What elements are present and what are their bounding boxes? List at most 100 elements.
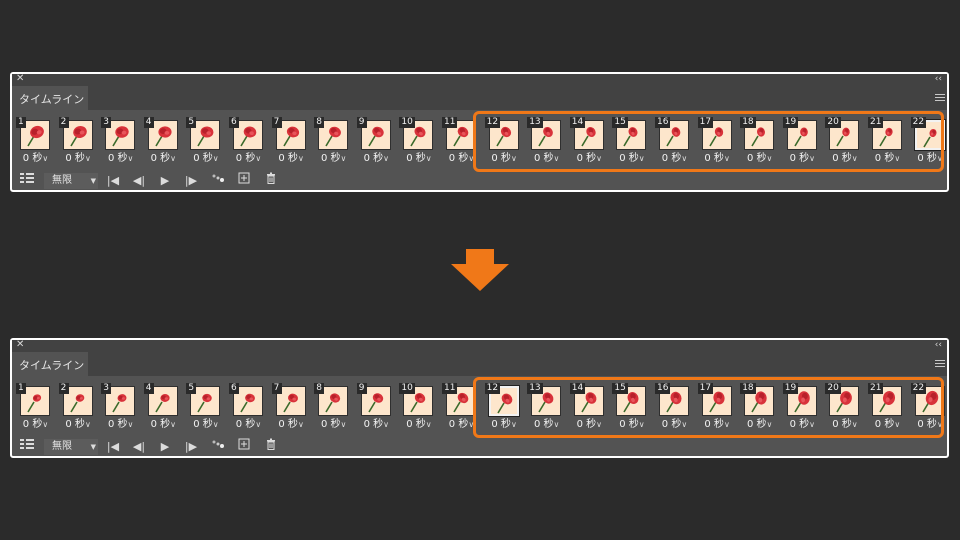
frame-number: 8: [314, 383, 325, 394]
frame-10[interactable]: 10 0 秒∨: [397, 117, 440, 169]
tab-timeline[interactable]: タイムライン: [12, 352, 88, 376]
next-frame-icon[interactable]: |▶: [180, 172, 202, 190]
frame-delay-select[interactable]: 0 秒∨: [397, 153, 440, 165]
chevron-down-icon: ∨: [340, 154, 347, 163]
frame-delay-value: 0 秒: [193, 419, 213, 430]
chevron-down-icon: ∨: [84, 420, 91, 429]
frame-delay-select[interactable]: 0 秒∨: [270, 153, 313, 165]
frame-10[interactable]: 10 0 秒∨: [397, 383, 440, 435]
frame-delay-select[interactable]: 0 秒∨: [14, 419, 57, 431]
play-icon[interactable]: ▶: [154, 172, 176, 190]
previous-frame-icon[interactable]: ◀|: [128, 172, 150, 190]
frame-8[interactable]: 8 0 秒∨: [312, 383, 355, 435]
frame-9[interactable]: 9 0 秒∨: [355, 117, 398, 169]
frame-5[interactable]: 5 0 秒∨: [184, 117, 227, 169]
frame-delay-value: 0 秒: [363, 153, 384, 164]
frame-2[interactable]: 2 0 秒∨: [57, 117, 100, 169]
frame-4[interactable]: 4 0 秒∨: [142, 383, 185, 435]
frame-delay-select[interactable]: 0 秒∨: [142, 419, 185, 431]
play-icon[interactable]: ▶: [154, 438, 176, 456]
loop-option-value: 無限: [52, 441, 72, 452]
chevron-down-icon: ∨: [212, 154, 219, 163]
frame-delay-select[interactable]: 0 秒∨: [270, 419, 313, 431]
frame-3[interactable]: 3 0 秒∨: [99, 383, 142, 435]
frame-number: 7: [271, 383, 282, 394]
frame-delay-select[interactable]: 0 秒∨: [142, 153, 185, 165]
frame-delay-select[interactable]: 0 秒∨: [99, 419, 142, 431]
panel-menu-icon[interactable]: [935, 94, 945, 102]
tween-icon[interactable]: [207, 172, 229, 190]
frame-delay-select[interactable]: 0 秒∨: [397, 419, 440, 431]
frame-delay-value: 0 秒: [363, 419, 384, 430]
chevron-down-icon: ∨: [383, 420, 389, 429]
first-frame-icon[interactable]: |◀: [102, 172, 124, 190]
frame-6[interactable]: 6 0 秒∨: [227, 383, 270, 435]
trash-icon[interactable]: [260, 438, 282, 456]
frame-delay-select[interactable]: 0 秒∨: [312, 419, 355, 431]
frame-delay-select[interactable]: 0 秒∨: [99, 153, 142, 165]
frame-delay-select[interactable]: 0 秒∨: [355, 153, 398, 165]
frame-4[interactable]: 4 0 秒∨: [142, 117, 185, 169]
collapse-icon[interactable]: ‹‹: [935, 339, 942, 351]
frames-12-22-highlight: [473, 377, 944, 438]
frame-delay-select[interactable]: 0 秒∨: [57, 419, 100, 431]
frame-number: 2: [58, 383, 69, 394]
chevron-down-icon: ∨: [255, 154, 262, 163]
timeline-panel-after: ✕ ‹‹ タイムライン 10 秒∨ 2 0 秒∨ 3 0 秒∨ 4 0 秒∨ 5 0 秒∨ 6 0 …: [10, 338, 949, 458]
collapse-icon[interactable]: ‹‹: [935, 73, 942, 85]
frame-number: 2: [58, 117, 69, 128]
frame-number: 10: [399, 383, 415, 394]
frame-1[interactable]: 1 0 秒∨: [14, 383, 57, 435]
first-frame-icon[interactable]: |◀: [102, 438, 124, 456]
frame-number: 3: [101, 383, 112, 394]
frame-9[interactable]: 9 0 秒∨: [355, 383, 398, 435]
frame-delay-value: 0 秒: [150, 153, 171, 164]
arrow-down-icon: [451, 249, 509, 291]
frame-delay-select[interactable]: 0 秒∨: [184, 419, 227, 431]
frame-3[interactable]: 3 0 秒∨: [99, 117, 142, 169]
frame-8[interactable]: 8 0 秒∨: [312, 117, 355, 169]
frame-1[interactable]: 1 0 秒∨: [14, 117, 57, 169]
frame-delay-value: 0 秒: [22, 419, 43, 430]
frame-7[interactable]: 7 0 秒∨: [270, 383, 313, 435]
tab-timeline[interactable]: タイムライン: [12, 86, 88, 110]
timeline-controls: 無限 ▼ |◀ ◀| ▶ |▶: [12, 172, 947, 190]
frame-number: 5: [186, 383, 197, 394]
trash-icon[interactable]: [260, 172, 282, 190]
chevron-down-icon: ▼: [90, 443, 96, 451]
convert-to-video-timeline-icon[interactable]: [16, 172, 38, 190]
close-icon[interactable]: ✕: [16, 339, 24, 351]
frame-delay-select[interactable]: 0 秒∨: [57, 153, 100, 165]
close-icon[interactable]: ✕: [16, 73, 24, 85]
frame-delay-value: 0 秒: [406, 153, 426, 164]
loop-options-select[interactable]: 無限 ▼: [44, 439, 98, 455]
frame-delay-select[interactable]: 0 秒∨: [14, 153, 57, 165]
duplicate-frame-icon[interactable]: [233, 172, 255, 190]
tab-label: タイムライン: [19, 359, 85, 372]
timeline-controls: 無限 ▼ |◀ ◀| ▶ |▶: [12, 438, 947, 456]
frame-7[interactable]: 7 0 秒∨: [270, 117, 313, 169]
frame-number: 4: [143, 117, 154, 128]
previous-frame-icon[interactable]: ◀|: [128, 438, 150, 456]
frame-delay-select[interactable]: 0 秒∨: [227, 153, 270, 165]
frame-number: 11: [442, 117, 458, 128]
next-frame-icon[interactable]: |▶: [180, 438, 202, 456]
frame-delay-select[interactable]: 0 秒∨: [227, 419, 270, 431]
frame-6[interactable]: 6 0 秒∨: [227, 117, 270, 169]
frame-delay-select[interactable]: 0 秒∨: [184, 153, 227, 165]
frame-5[interactable]: 5 0 秒∨: [184, 383, 227, 435]
chevron-down-icon: ∨: [170, 420, 176, 429]
loop-options-select[interactable]: 無限 ▼: [44, 173, 98, 189]
chevron-down-icon: ∨: [425, 154, 432, 163]
frame-delay-value: 0 秒: [235, 419, 256, 430]
frame-delay-select[interactable]: 0 秒∨: [312, 153, 355, 165]
convert-to-video-timeline-icon[interactable]: [16, 438, 38, 456]
panel-menu-icon[interactable]: [935, 360, 945, 368]
loop-option-value: 無限: [52, 175, 72, 186]
frame-2[interactable]: 2 0 秒∨: [57, 383, 100, 435]
frame-delay-value: 0 秒: [320, 153, 341, 164]
frame-delay-select[interactable]: 0 秒∨: [355, 419, 398, 431]
chevron-down-icon: ∨: [297, 154, 304, 163]
duplicate-frame-icon[interactable]: [233, 438, 255, 456]
tween-icon[interactable]: [207, 438, 229, 456]
